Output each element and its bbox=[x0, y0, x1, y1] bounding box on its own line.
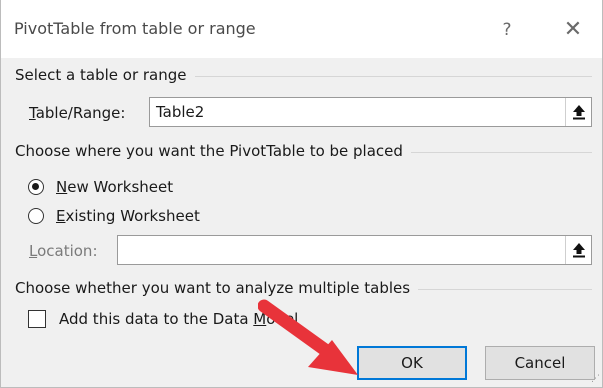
location-collapse-button[interactable] bbox=[565, 236, 591, 264]
table-range-input[interactable]: Table2 bbox=[149, 97, 592, 127]
radio-existing-worksheet[interactable]: Existing Worksheet bbox=[28, 204, 200, 228]
radio-button-checked[interactable] bbox=[28, 179, 44, 195]
collapse-dialog-icon bbox=[572, 243, 585, 258]
radio-label-new-worksheet: New Worksheet bbox=[56, 178, 174, 196]
cancel-button[interactable]: Cancel bbox=[485, 346, 595, 380]
section-heading-analyze: Choose whether you want to analyze multi… bbox=[15, 279, 419, 297]
ok-button[interactable]: OK bbox=[357, 346, 467, 380]
location-input[interactable] bbox=[117, 235, 592, 265]
title-bar: PivotTable from table or range ? ✕ bbox=[1, 0, 602, 58]
section-heading-source: Select a table or range bbox=[15, 66, 195, 84]
table-range-value: Table2 bbox=[156, 103, 205, 121]
close-button[interactable]: ✕ bbox=[553, 12, 593, 48]
add-to-data-model-checkbox[interactable] bbox=[28, 310, 46, 328]
dialog-title: PivotTable from table or range bbox=[14, 19, 256, 38]
help-button[interactable]: ? bbox=[489, 12, 525, 48]
annotation-arrow bbox=[258, 299, 358, 375]
radio-label-existing-worksheet: Existing Worksheet bbox=[56, 207, 200, 225]
radio-new-worksheet[interactable]: New Worksheet bbox=[28, 175, 173, 199]
section-heading-placement: Choose where you want the PivotTable to … bbox=[15, 142, 411, 160]
table-range-label: Table/Range: bbox=[29, 104, 126, 122]
collapse-dialog-icon bbox=[572, 105, 585, 120]
location-label: Location: bbox=[29, 242, 98, 260]
radio-button-unchecked[interactable] bbox=[28, 208, 44, 224]
table-range-collapse-button[interactable] bbox=[565, 98, 591, 126]
resize-grip[interactable]: ⋰ bbox=[591, 374, 600, 384]
